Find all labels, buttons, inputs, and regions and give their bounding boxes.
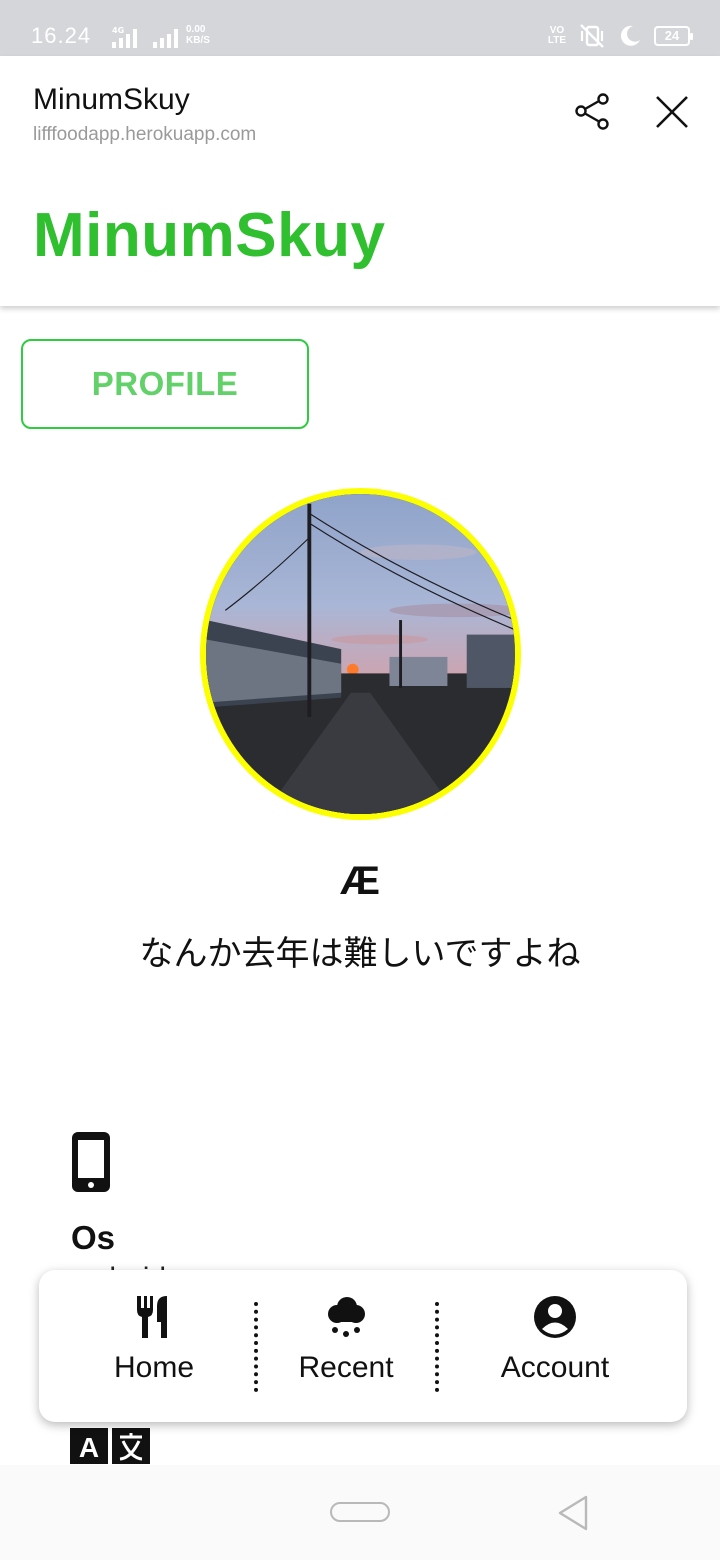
app-url: lifffoodapp.herokuapp.com	[33, 124, 257, 145]
volte-bottom: LTE	[547, 35, 566, 46]
system-nav-bar	[0, 1465, 720, 1560]
status-right: VO LTE 24	[548, 22, 693, 50]
cloud-icon	[328, 1297, 365, 1337]
moon-icon	[620, 25, 640, 46]
nav-separator	[254, 1302, 258, 1392]
avatar	[200, 488, 521, 820]
mute-vibrate-icon	[580, 24, 604, 48]
svg-text:4G: 4G	[112, 26, 124, 35]
battery-indicator: 24	[654, 26, 693, 46]
close-icon	[656, 96, 688, 128]
brand-title: MinumSkuy	[33, 201, 386, 270]
network-speed: 0.00 KB/S	[186, 24, 210, 46]
status-time: 16.24	[31, 23, 92, 48]
app-title: MinumSkuy	[33, 83, 190, 116]
svg-text:A: A	[79, 1432, 99, 1463]
speed-value: 0.00	[186, 24, 206, 35]
nav-account-label: Account	[500, 1351, 610, 1384]
nav-home-label: Home	[113, 1351, 195, 1384]
user-circle-icon	[534, 1296, 576, 1338]
os-label: Os	[71, 1219, 116, 1256]
status-message: なんか去年は難しいですよね	[139, 935, 581, 973]
signal-bars-icon	[153, 29, 178, 48]
translate-icon: A	[70, 1428, 152, 1464]
utensils-icon	[137, 1296, 167, 1338]
signal-4g-icon: 4G	[112, 26, 137, 48]
system-home-button[interactable]	[330, 1502, 390, 1522]
profile-button[interactable]: PROFILE	[21, 339, 309, 429]
status-bar: 16.24 4G 0.00 KB/S VO LTE 24	[0, 0, 720, 56]
nav-separator	[435, 1302, 439, 1392]
display-name: Æ	[340, 859, 380, 903]
network-indicators: 4G	[100, 24, 182, 48]
share-icon	[575, 93, 609, 130]
app-header: MinumSkuy lifffoodapp.herokuapp.com Minu…	[0, 56, 720, 306]
bottom-nav: Home Recent Account	[39, 1270, 687, 1422]
nav-recent-label: Recent	[298, 1351, 394, 1384]
close-button[interactable]	[652, 92, 692, 132]
back-icon[interactable]	[556, 1495, 590, 1531]
nav-home[interactable]: Home	[94, 1270, 214, 1422]
phone-icon	[70, 1130, 112, 1194]
speed-unit: KB/S	[186, 35, 210, 46]
volte-indicator: VO LTE	[548, 26, 566, 46]
share-button[interactable]	[572, 92, 612, 132]
nav-account[interactable]: Account	[479, 1270, 631, 1422]
nav-recent[interactable]: Recent	[286, 1270, 406, 1422]
avatar-sunset-photo	[206, 494, 515, 814]
